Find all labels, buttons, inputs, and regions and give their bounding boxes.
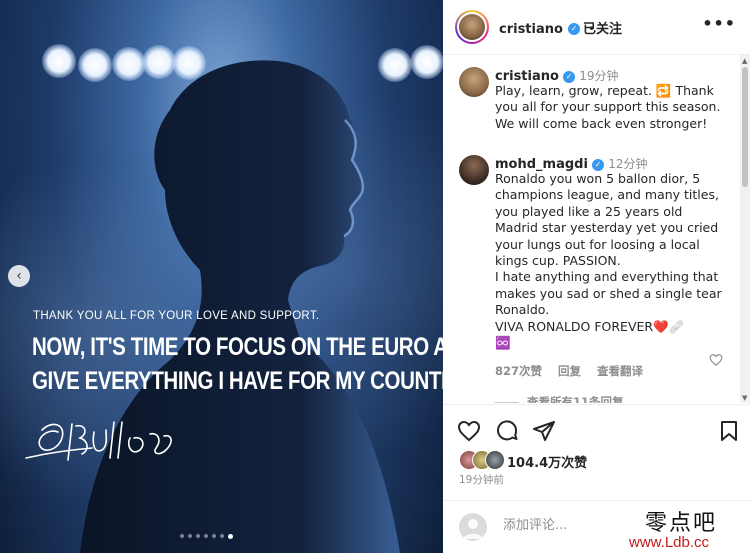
author-avatar[interactable]: [455, 10, 489, 44]
comment-translate-button[interactable]: 查看翻译: [597, 364, 643, 378]
scroll-thumb[interactable]: [742, 67, 748, 187]
message-line-big-1: NOW, IT'S TIME TO FOCUS ON THE EURO AND: [32, 333, 443, 361]
message-line-small: THANK YOU ALL FOR YOUR LOVE AND SUPPORT.: [33, 310, 320, 322]
current-user-avatar: [459, 513, 487, 541]
previous-slide-button[interactable]: ‹: [8, 265, 30, 287]
comment-username[interactable]: mohd_magdi: [495, 157, 588, 172]
verified-badge-icon: ✓: [592, 158, 605, 171]
post-details-panel: cristiano ✓ • 已关注 ••• cristiano ✓ 19分钟 P…: [443, 0, 750, 553]
post-timestamp: 19分钟前: [459, 474, 504, 486]
author-username[interactable]: cristiano: [499, 22, 563, 37]
follow-status-button[interactable]: 已关注: [583, 18, 622, 37]
caption-name-row: cristiano ✓ 19分钟: [495, 67, 619, 84]
carousel-dot: [212, 534, 216, 538]
scroll-down-arrow-icon[interactable]: ▼: [742, 394, 747, 402]
save-bookmark-icon[interactable]: [717, 419, 741, 443]
comment-avatar[interactable]: [459, 155, 489, 185]
like-heart-icon[interactable]: [457, 419, 481, 443]
caption-text: Play, learn, grow, repeat. 🔁 Thank you a…: [495, 83, 721, 131]
comment-bubble-icon[interactable]: [495, 419, 519, 443]
comment-like-heart-icon[interactable]: [709, 353, 723, 367]
post-image: ‹ THANK YOU ALL FOR YOUR LOVE AND SUPPOR…: [0, 0, 443, 553]
carousel-dot: [180, 534, 184, 538]
watermark-url: www.Ldb.cc: [629, 534, 710, 551]
watermark-site-name: 零点吧: [645, 511, 718, 536]
more-options-icon[interactable]: •••: [702, 14, 736, 33]
carousel-dot-active: [228, 533, 233, 539]
author-username-row: cristiano ✓ •: [499, 18, 595, 37]
share-send-icon[interactable]: [532, 419, 556, 443]
comment-text: Ronaldo you won 5 ballon dior, 5 champio…: [495, 171, 722, 351]
comments-list: cristiano ✓ 19分钟 Play, learn, grow, repe…: [443, 55, 740, 403]
comments-scrollbar[interactable]: ▲ ▼: [740, 55, 750, 403]
caption-username[interactable]: cristiano: [495, 69, 559, 84]
likes-count[interactable]: 104.4万次赞: [507, 452, 587, 471]
add-comment-input[interactable]: [501, 517, 645, 534]
comment-meta-row: 827次赞 回复 查看翻译: [495, 363, 655, 379]
comment-time: 12分钟: [608, 157, 648, 171]
carousel-dot: [204, 534, 208, 538]
caption-time: 19分钟: [579, 69, 619, 83]
verified-badge-icon: ✓: [563, 70, 576, 83]
carousel-dot: [220, 534, 224, 538]
action-bar: [443, 404, 750, 455]
post-header: cristiano ✓ • 已关注 •••: [443, 0, 750, 55]
liker-avatar[interactable]: [485, 450, 505, 470]
carousel-dots: [180, 533, 233, 539]
verified-badge-icon: ✓: [568, 22, 581, 35]
signature-graphic: [25, 421, 172, 461]
comment-likes[interactable]: 827次赞: [495, 364, 542, 378]
view-replies-button[interactable]: 查看所有11条回复: [495, 394, 624, 403]
comment-name-row: mohd_magdi ✓ 12分钟: [495, 155, 648, 172]
carousel-dot: [196, 534, 200, 538]
message-line-big-2: GIVE EVERYTHING I HAVE FOR MY COUNTRY.: [32, 367, 443, 395]
scroll-up-arrow-icon[interactable]: ▲: [742, 57, 747, 65]
caption-avatar[interactable]: [459, 67, 489, 97]
player-silhouette: [80, 60, 400, 553]
carousel-dot: [188, 534, 192, 538]
comment-reply-button[interactable]: 回复: [558, 364, 581, 378]
default-user-icon: [463, 519, 483, 539]
